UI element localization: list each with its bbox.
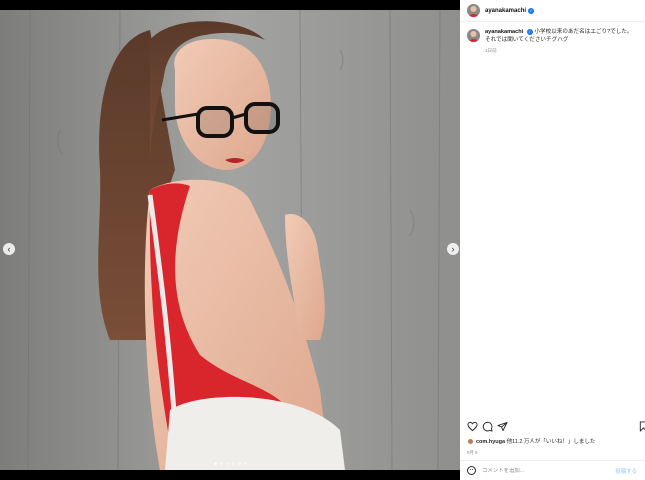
avatar[interactable] [467,4,480,17]
chevron-right-icon[interactable]: › [447,243,459,255]
share-icon[interactable] [497,421,508,432]
carousel-indicator [0,462,460,465]
caption-username[interactable]: ayanakamachi [485,29,523,35]
avatar [467,437,474,445]
bookmark-icon[interactable] [638,421,645,432]
action-bar [467,421,645,433]
caption-timestamp: 1日前 [485,48,497,53]
photo-illustration [0,10,460,470]
carousel-dot [219,462,223,465]
post-side-panel: ayanakamachi ✓ ayanakamachi ✓ 小学校以来のあだ名は… [460,0,645,480]
carousel-dot [225,462,229,465]
post-comment-button[interactable]: 投稿する [615,467,637,475]
username[interactable]: ayanakamachi [485,8,526,14]
heart-icon[interactable] [467,421,478,432]
carousel-dot [243,462,247,465]
likes-count-text: 他11.2 万人が「いいね！」しました [506,439,596,445]
comment-bar: 投稿する [460,460,645,480]
liker-username[interactable]: com.hyuga [476,439,505,445]
emoji-icon[interactable] [467,466,476,475]
post-header: ayanakamachi ✓ [460,0,645,22]
post-date: 8月 6 [467,450,478,455]
verified-badge-icon: ✓ [526,28,533,35]
verified-badge-icon: ✓ [528,7,535,14]
comment-icon[interactable] [482,421,493,432]
caption: ayanakamachi ✓ 小学校以来のあだ名はエごり?でした。それでは聞いて… [460,22,645,54]
avatar[interactable] [467,29,480,42]
post-image[interactable]: ‹ › [0,10,460,470]
carousel-dot [213,462,217,465]
comment-input[interactable] [482,467,612,474]
caption-text: ayanakamachi ✓ 小学校以来のあだ名はエごり?でした。それでは聞いて… [485,28,635,44]
carousel-dot [237,462,241,465]
likes-summary[interactable]: com.hyuga 他11.2 万人が「いいね！」しました [467,437,595,445]
carousel-dot [231,462,235,465]
chevron-left-icon[interactable]: ‹ [3,243,15,255]
instagram-post-viewer: ‹ › ayanakamachi ✓ ayanakamachi ✓ 小学校以来の… [0,0,645,480]
